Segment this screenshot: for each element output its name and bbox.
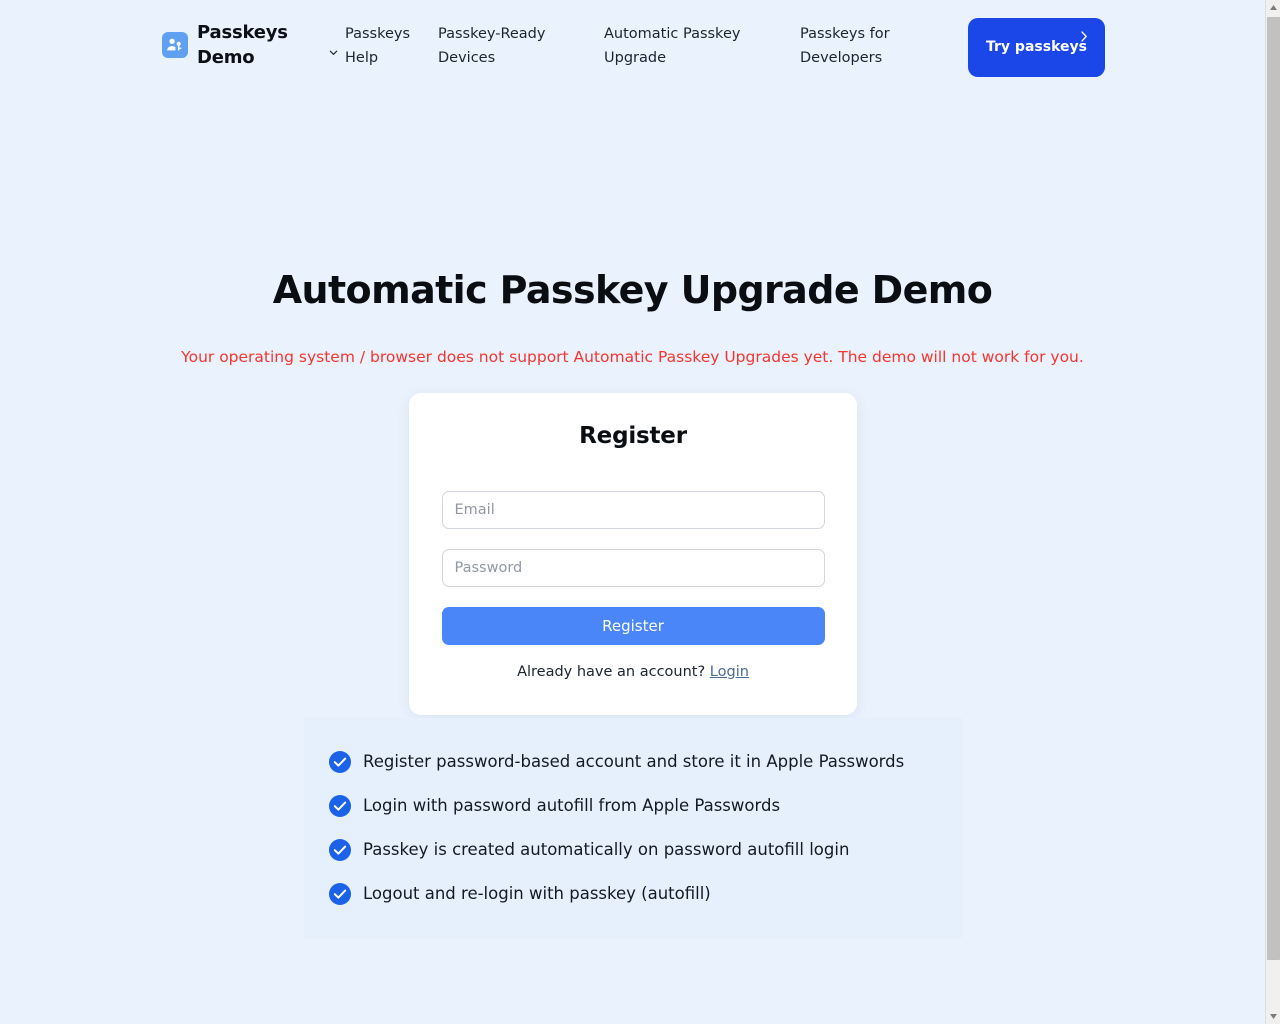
scrollbar-thumb[interactable] [1267,17,1280,960]
nav-item-automatic-passkey-upgrade[interactable]: Automatic Passkey Upgrade [604,22,800,70]
nav-item-label: Passkeys for Developers [800,26,890,66]
email-input[interactable] [441,491,825,529]
try-passkeys-button[interactable]: Try passkeys [968,18,1105,77]
check-circle-icon [328,750,352,774]
chevron-right-icon [1079,30,1089,43]
list-item: Passkey is created automatically on pass… [328,828,962,872]
triangle-down-icon[interactable] [1266,1009,1280,1024]
page-title: Automatic Passkey Upgrade Demo [272,268,993,312]
check-circle-icon [328,882,352,906]
check-circle-icon [328,794,352,818]
list-item-label: Logout and re-login with passkey (autofi… [363,884,711,903]
browser-support-warning: Your operating system / browser does not… [181,348,1084,366]
login-prompt-text: Already have an account? [517,664,706,680]
register-card-title: Register [579,423,687,449]
register-card: Register Register Already have an accoun… [409,393,857,715]
person-key-icon [162,32,188,58]
top-navbar: Passkeys Demo Passkeys Help Passkey-Read… [0,0,1265,95]
brand-name: Passkeys Demo [197,22,288,68]
nav-item-label: Passkeys Help [345,26,411,66]
nav-item-label: Automatic Passkey Upgrade [604,26,741,66]
brand-logo-link[interactable]: Passkeys Demo [162,20,312,70]
try-passkeys-label: Try passkeys [986,39,1087,55]
login-prompt: Already have an account? Login [409,664,857,680]
login-link[interactable]: Login [710,664,749,680]
password-input[interactable] [441,549,825,587]
nav-item-passkeys-for-developers[interactable]: Passkeys for Developers [800,22,960,70]
list-item: Login with password autofill from Apple … [328,784,962,828]
chevron-down-icon [328,42,339,55]
nav-item-passkeys-help[interactable]: Passkeys Help [328,22,438,70]
list-item: Register password-based account and stor… [328,740,962,784]
demo-steps-list: Register password-based account and stor… [304,718,962,938]
register-submit-button[interactable]: Register [441,607,825,645]
nav-item-label: Passkey-Ready Devices [438,26,546,66]
list-item-label: Login with password autofill from Apple … [363,796,781,815]
triangle-up-icon[interactable] [1266,0,1280,15]
check-circle-icon [328,838,352,862]
nav-links: Passkeys Help Passkey-Ready Devices Auto… [328,22,960,70]
nav-item-passkey-ready-devices[interactable]: Passkey-Ready Devices [438,22,604,70]
list-item: Logout and re-login with passkey (autofi… [328,872,962,916]
page-viewport: Passkeys Demo Passkeys Help Passkey-Read… [0,0,1265,1024]
list-item-label: Passkey is created automatically on pass… [363,840,850,859]
page-scrollbar[interactable] [1265,0,1280,1024]
list-item-label: Register password-based account and stor… [363,752,905,771]
